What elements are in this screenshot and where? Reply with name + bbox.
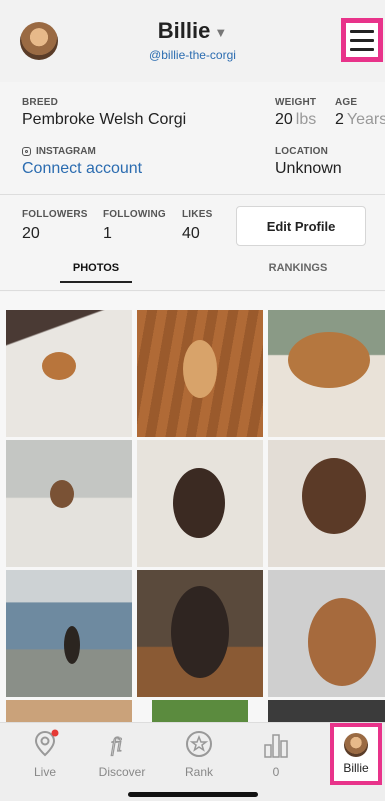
- photo-thumbnail[interactable]: [137, 440, 263, 567]
- connect-account-link[interactable]: Connect account: [22, 160, 142, 178]
- active-tab-indicator: [60, 281, 132, 283]
- photo-thumbnail[interactable]: [268, 570, 385, 697]
- nav-discover[interactable]: fi Discover: [87, 729, 157, 779]
- bar-chart-icon: [261, 729, 291, 759]
- following-label: FOLLOWING: [103, 209, 166, 220]
- profile-title[interactable]: Billie ▼ @billie-the-corgi: [0, 18, 385, 62]
- likes-count: 40: [182, 225, 200, 242]
- nav-rank-label: Rank: [184, 765, 213, 779]
- age-label: AGE: [335, 97, 358, 108]
- bottom-nav: Live fi Discover Rank 0 Billie: [0, 722, 385, 801]
- star-icon: [184, 729, 214, 759]
- weight-label: WEIGHT: [275, 97, 317, 108]
- hamburger-menu-icon[interactable]: [341, 18, 383, 62]
- photo-thumbnail[interactable]: [137, 310, 263, 437]
- photo-thumbnail[interactable]: [152, 700, 248, 722]
- billie-avatar: [344, 733, 368, 757]
- weight-number: 20: [275, 111, 293, 128]
- photo-thumbnail[interactable]: [268, 440, 385, 567]
- photo-thumbnail[interactable]: [137, 570, 263, 697]
- profile-name: Billie: [157, 18, 211, 43]
- nav-discover-label: Discover: [98, 765, 146, 779]
- nav-rank[interactable]: Rank: [164, 729, 234, 779]
- photo-thumbnail[interactable]: [6, 310, 132, 437]
- photo-thumbnail[interactable]: [6, 700, 132, 722]
- photo-thumbnail[interactable]: [268, 700, 385, 722]
- photo-thumbnail[interactable]: [6, 570, 132, 697]
- header: Billie ▼ @billie-the-corgi: [0, 0, 385, 82]
- home-indicator[interactable]: [128, 792, 258, 797]
- svg-text:fi: fi: [111, 734, 122, 756]
- age-unit: Years: [346, 111, 385, 128]
- location-value: Unknown: [275, 160, 342, 177]
- nav-live[interactable]: Live: [10, 729, 80, 779]
- photo-thumbnail[interactable]: [6, 440, 132, 567]
- followers-label: FOLLOWERS: [22, 209, 88, 220]
- age-value: 2 Years: [335, 111, 385, 129]
- divider: [0, 194, 385, 195]
- breed-value: Pembroke Welsh Corgi: [22, 111, 187, 128]
- instagram-label-row: INSTAGRAM: [22, 146, 96, 157]
- map-pin-icon: [30, 729, 60, 759]
- discover-icon: fi: [107, 729, 137, 759]
- instagram-label: INSTAGRAM: [36, 146, 96, 157]
- weight-value: 20 lbs: [275, 111, 316, 129]
- photo-grid: [0, 308, 385, 722]
- followers-count[interactable]: 20: [22, 225, 40, 243]
- nav-billie[interactable]: Billie: [330, 723, 382, 785]
- breed-label: BREED: [22, 97, 59, 108]
- weight-unit: lbs: [295, 111, 317, 128]
- nav-stats-label: 0: [272, 765, 280, 779]
- profile-info: BREED Pembroke Welsh Corgi WEIGHT 20 lbs …: [0, 82, 385, 292]
- likes-label: LIKES: [182, 209, 213, 220]
- photo-thumbnail[interactable]: [268, 310, 385, 437]
- location-label: LOCATION: [275, 146, 329, 157]
- tab-photos[interactable]: PHOTOS: [60, 262, 132, 274]
- nav-billie-label: Billie: [343, 761, 369, 775]
- profile-screen: Billie ▼ @billie-the-corgi BREED Pembroke…: [0, 0, 385, 801]
- edit-profile-button[interactable]: Edit Profile: [236, 206, 366, 246]
- nav-live-label: Live: [33, 765, 56, 779]
- tab-rankings[interactable]: RANKINGS: [258, 262, 338, 274]
- following-count[interactable]: 1: [103, 225, 112, 243]
- dropdown-caret-icon: ▼: [214, 24, 228, 40]
- profile-handle: @billie-the-corgi: [149, 48, 236, 62]
- age-number: 2: [335, 111, 344, 128]
- tabs-divider: [0, 290, 385, 291]
- nav-stats[interactable]: 0: [241, 729, 311, 779]
- instagram-icon: [22, 147, 31, 156]
